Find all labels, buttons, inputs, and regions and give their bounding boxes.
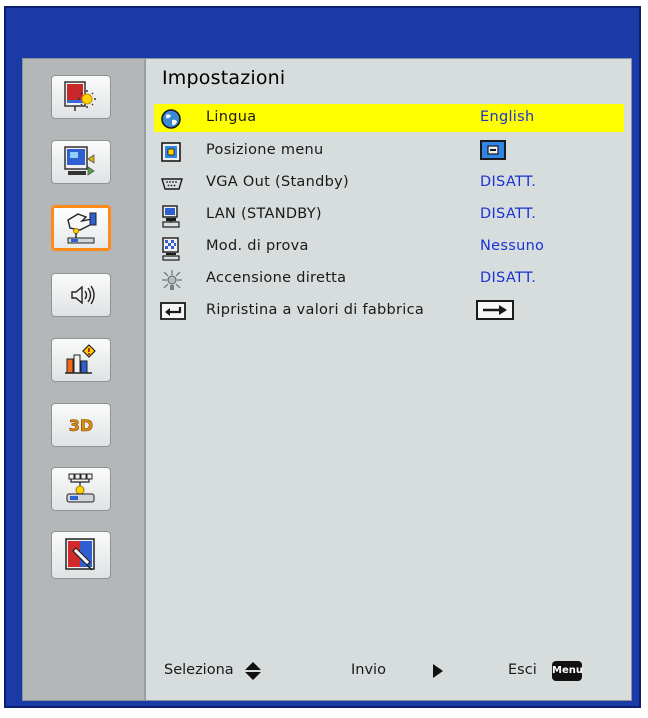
menu-value: DISATT. [480,270,537,286]
vga-port-icon [161,178,183,190]
sidebar-item-options[interactable] [51,338,111,382]
menu-row-ripristina[interactable]: Ripristina a valori di fabbrica [154,297,624,325]
menu-row-posizione-menu[interactable]: Posizione menu [154,137,624,165]
menu-label: Posizione menu [206,142,324,158]
menu-label: LAN (STANDBY) [206,206,322,222]
sidebar-item-image[interactable] [51,75,111,119]
display-settings-icon [64,146,95,176]
menu-label: Accensione diretta [206,270,347,286]
menu-key-icon: Menu [552,661,583,681]
menu-label: Mod. di prova [206,238,309,254]
menu-row-lan[interactable]: LAN (STANDBY) DISATT. [154,201,624,229]
menu-row-accensione-diretta[interactable]: Accensione diretta DISATT. [154,265,624,293]
menu-position-box-icon[interactable] [480,140,506,160]
sidebar: 3D [23,59,146,700]
enter-key-icon [160,302,186,320]
menu-frame: 3D Impostazioni Lingua English Posizione… [22,58,632,701]
footer-hints: Seleziona Invio Esci Menu [146,657,631,687]
audio-icon [71,285,95,305]
3d-icon: 3D [68,416,93,436]
menu-row-mod-di-prova[interactable]: Mod. di prova Nessuno [154,233,624,261]
up-down-arrow-icon [245,662,261,680]
lan-icon [162,205,180,228]
settings-panel: Impostazioni Lingua English Posizione me… [146,59,631,700]
right-triangle-icon [433,664,443,678]
menu-value: Nessuno [480,238,545,254]
menu-position-icon [161,142,181,162]
menu-label: Ripristina a valori di fabbrica [206,302,425,318]
svg-text:3D: 3D [69,416,93,435]
setup-icon [67,212,97,244]
menu-label: VGA Out (Standby) [206,174,349,190]
menu-label: Lingua [206,109,257,125]
page-title: Impostazioni [162,67,286,89]
menu-row-lingua[interactable]: Lingua English [154,104,624,132]
sidebar-item-audio[interactable] [51,273,111,317]
image-settings-icon [64,81,96,111]
menu-row-vga-out[interactable]: VGA Out (Standby) DISATT. [154,169,624,197]
sidebar-item-interactive[interactable] [51,531,111,579]
power-spark-icon [162,270,182,290]
menu-value: DISATT. [480,206,537,222]
sidebar-item-display[interactable] [51,140,111,184]
sidebar-item-3d[interactable]: 3D [51,403,111,447]
select-hint-label: Seleziona [164,662,234,678]
menu-value: DISATT. [480,174,537,190]
enter-hint-label: Invio [351,662,386,678]
right-arrow-box-icon[interactable] [476,300,514,320]
options-icon [65,344,96,374]
network-icon [66,473,95,503]
osd-window: 3D Impostazioni Lingua English Posizione… [4,6,641,708]
test-pattern-icon [162,237,180,261]
globe-icon [161,109,181,129]
sidebar-item-network[interactable] [51,467,111,511]
interactive-icon [65,538,95,571]
sidebar-item-setup[interactable] [51,205,111,251]
menu-value: English [480,109,535,125]
exit-hint-label: Esci [508,662,537,678]
